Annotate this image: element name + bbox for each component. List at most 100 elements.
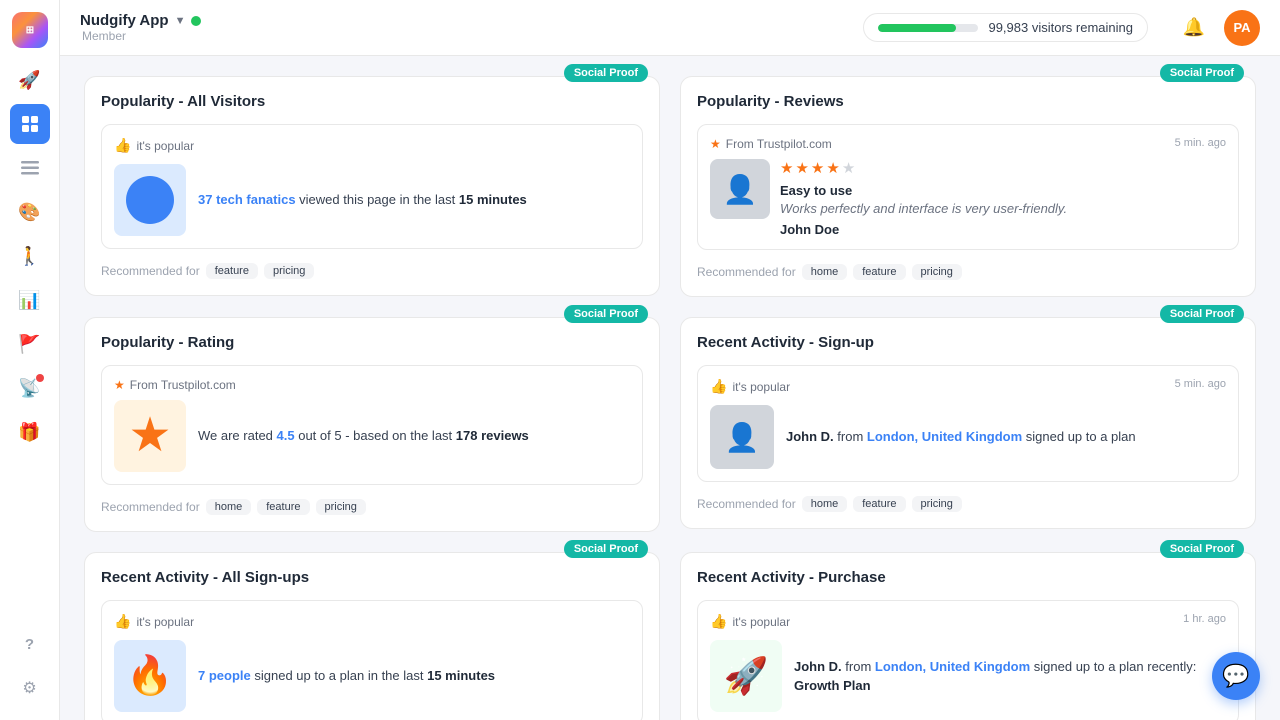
time-ago-6: 1 hr. ago (1183, 613, 1226, 625)
user-avatar[interactable]: PA (1224, 10, 1260, 46)
card-wrapper-recent-signup: Social Proof Recent Activity - Sign-up 👍… (680, 317, 1256, 532)
thumbs-up-icon-4: 👍 (710, 378, 727, 395)
chat-button[interactable]: 💬 (1212, 652, 1260, 700)
person-avatar-2: 👤 (710, 159, 770, 219)
star-3: ★ (811, 159, 824, 177)
card-title-5: Recent Activity - All Sign-ups (101, 569, 643, 586)
from-trustpilot-3: ★ From Trustpilot.com (114, 378, 630, 392)
tag-pricing-1[interactable]: pricing (264, 263, 314, 279)
card-preview-2[interactable]: ★ From Trustpilot.com 5 min. ago 👤 ★ ★ ★ (697, 124, 1239, 250)
tag-pricing-4[interactable]: pricing (912, 496, 962, 512)
card-preview-3[interactable]: ★ From Trustpilot.com ★ We are rated 4.5… (101, 365, 643, 485)
visitor-time-text: 15 minutes (459, 192, 527, 207)
online-indicator (191, 16, 201, 26)
popular-label-5: it's popular (136, 615, 194, 629)
tag-feature-1[interactable]: feature (206, 263, 258, 279)
recommended-label-3: Recommended for (101, 500, 200, 514)
card-title-2: Popularity - Reviews (697, 93, 1239, 110)
card-popularity-rating: Popularity - Rating ★ From Trustpilot.co… (84, 317, 660, 532)
notifications-bell-icon[interactable]: 🔔 (1176, 10, 1212, 46)
sidebar-item-chart[interactable]: 📊 (10, 280, 50, 320)
card-recent-signup: Recent Activity - Sign-up 👍 it's popular… (680, 317, 1256, 529)
sidebar-item-gift[interactable]: 🎁 (10, 412, 50, 452)
recommended-1: Recommended for feature pricing (101, 263, 643, 279)
thumbs-up-icon-5: 👍 (114, 613, 131, 630)
social-proof-badge-6: Social Proof (1160, 540, 1244, 558)
sidebar-item-flag[interactable]: 🚩 (10, 324, 50, 364)
visitor-bar: 99,983 visitors remaining (863, 13, 1148, 42)
signup-location: London, United Kingdom (867, 429, 1022, 444)
card-wrapper-all-signups: Social Proof Recent Activity - All Sign-… (84, 552, 660, 720)
card-popularity-reviews: Popularity - Reviews ★ From Trustpilot.c… (680, 76, 1256, 297)
app-dropdown-arrow[interactable]: ▼ (175, 15, 186, 27)
fire-icon: 🔥 (126, 654, 173, 698)
social-proof-badge-3: Social Proof (564, 305, 648, 323)
person-avatar-4: 👤 (710, 405, 774, 469)
tag-feature-3[interactable]: feature (257, 499, 309, 515)
sidebar-item-list[interactable] (10, 148, 50, 188)
recommended-label-1: Recommended for (101, 264, 200, 278)
tag-feature-2[interactable]: feature (853, 264, 905, 280)
preview-row-3: ★ We are rated 4.5 out of 5 - based on t… (114, 400, 630, 472)
visitor-progress-fill (878, 24, 956, 32)
card-preview-4[interactable]: 👍 it's popular 5 min. ago 👤 John D. from… (697, 365, 1239, 482)
header-right: 🔔 PA (1176, 10, 1260, 46)
sidebar-item-signal[interactable]: 📡 (10, 368, 50, 408)
time-ago-4: 5 min. ago (1175, 378, 1226, 390)
card-title-3: Popularity - Rating (101, 334, 643, 351)
sidebar-item-palette[interactable]: 🎨 (10, 192, 50, 232)
popular-label-4: it's popular (732, 380, 790, 394)
sidebar-item-grid[interactable] (10, 104, 50, 144)
signup-count: 7 people (198, 668, 251, 683)
tag-home-2[interactable]: home (802, 264, 848, 280)
recommended-label-4: Recommended for (697, 497, 796, 511)
tag-feature-4[interactable]: feature (853, 496, 905, 512)
preview-image-rating: ★ (114, 400, 186, 472)
sidebar-item-settings[interactable]: ⚙ (10, 668, 50, 708)
stars-row-2: ★ ★ ★ ★ ★ (780, 159, 1067, 177)
tag-pricing-2[interactable]: pricing (912, 264, 962, 280)
time-ago-2: 5 min. ago (1175, 137, 1226, 149)
tag-pricing-3[interactable]: pricing (316, 499, 366, 515)
sidebar-item-walk[interactable]: 🚶 (10, 236, 50, 276)
recommended-4: Recommended for home feature pricing (697, 496, 1239, 512)
app-name[interactable]: Nudgify App ▼ (80, 12, 201, 29)
card-purchase: Recent Activity - Purchase 👍 it's popula… (680, 552, 1256, 720)
sidebar-item-rocket[interactable]: 🚀 (10, 60, 50, 100)
card-preview-5[interactable]: 👍 it's popular 🔥 7 people signed up to a… (101, 600, 643, 720)
signup-name: John D. (786, 429, 834, 444)
preview-image-signups: 🔥 (114, 640, 186, 712)
purchase-location: London, United Kingdom (875, 659, 1030, 674)
tag-home-4[interactable]: home (802, 496, 848, 512)
blue-circle-icon (126, 176, 174, 224)
main-area: Nudgify App ▼ Member 99,983 visitors rem… (60, 0, 1280, 720)
card-wrapper-purchase: Social Proof Recent Activity - Purchase … (680, 552, 1256, 720)
star-5: ★ (842, 159, 855, 177)
card-wrapper-popularity-reviews: Social Proof Popularity - Reviews ★ From… (680, 76, 1256, 297)
purchase-plan: Growth Plan (794, 678, 871, 693)
review-content-2: Easy to use Works perfectly and interfac… (780, 183, 1067, 237)
preview-image-visitors (114, 164, 186, 236)
rocket-purchase-icon: 🚀 (724, 655, 769, 697)
app-logo[interactable]: ⊞ (12, 12, 48, 48)
tag-home-3[interactable]: home (206, 499, 252, 515)
review-author-2: John Doe (780, 222, 1067, 237)
preview-row-5: 🔥 7 people signed up to a plan in the la… (114, 640, 630, 712)
preview-text-5: 7 people signed up to a plan in the last… (198, 666, 495, 686)
signal-badge (36, 374, 44, 382)
preview-text-4: John D. from London, United Kingdom sign… (786, 427, 1136, 447)
trustpilot-label-3: From Trustpilot.com (130, 378, 236, 392)
preview-row-6: 🚀 John D. from London, United Kingdom si… (710, 640, 1226, 712)
star-2: ★ (795, 159, 808, 177)
sidebar-item-help[interactable]: ? (10, 624, 50, 664)
thumbs-up-icon-1: 👍 (114, 137, 131, 154)
preview-image-purchase: 🚀 (710, 640, 782, 712)
card-wrapper-popularity-visitors: Social Proof Popularity - All Visitors 👍… (84, 76, 660, 297)
trustpilot-label-2: From Trustpilot.com (726, 137, 832, 151)
card-preview-6[interactable]: 👍 it's popular 1 hr. ago 🚀 John D. from … (697, 600, 1239, 720)
card-preview-1[interactable]: 👍 it's popular 37 tech fanatics viewed t… (101, 124, 643, 249)
recommended-3: Recommended for home feature pricing (101, 499, 643, 515)
star-1: ★ (780, 159, 793, 177)
preview-text-1: 37 tech fanatics viewed this page in the… (198, 190, 527, 210)
card-popularity-visitors: Popularity - All Visitors 👍 it's popular… (84, 76, 660, 296)
